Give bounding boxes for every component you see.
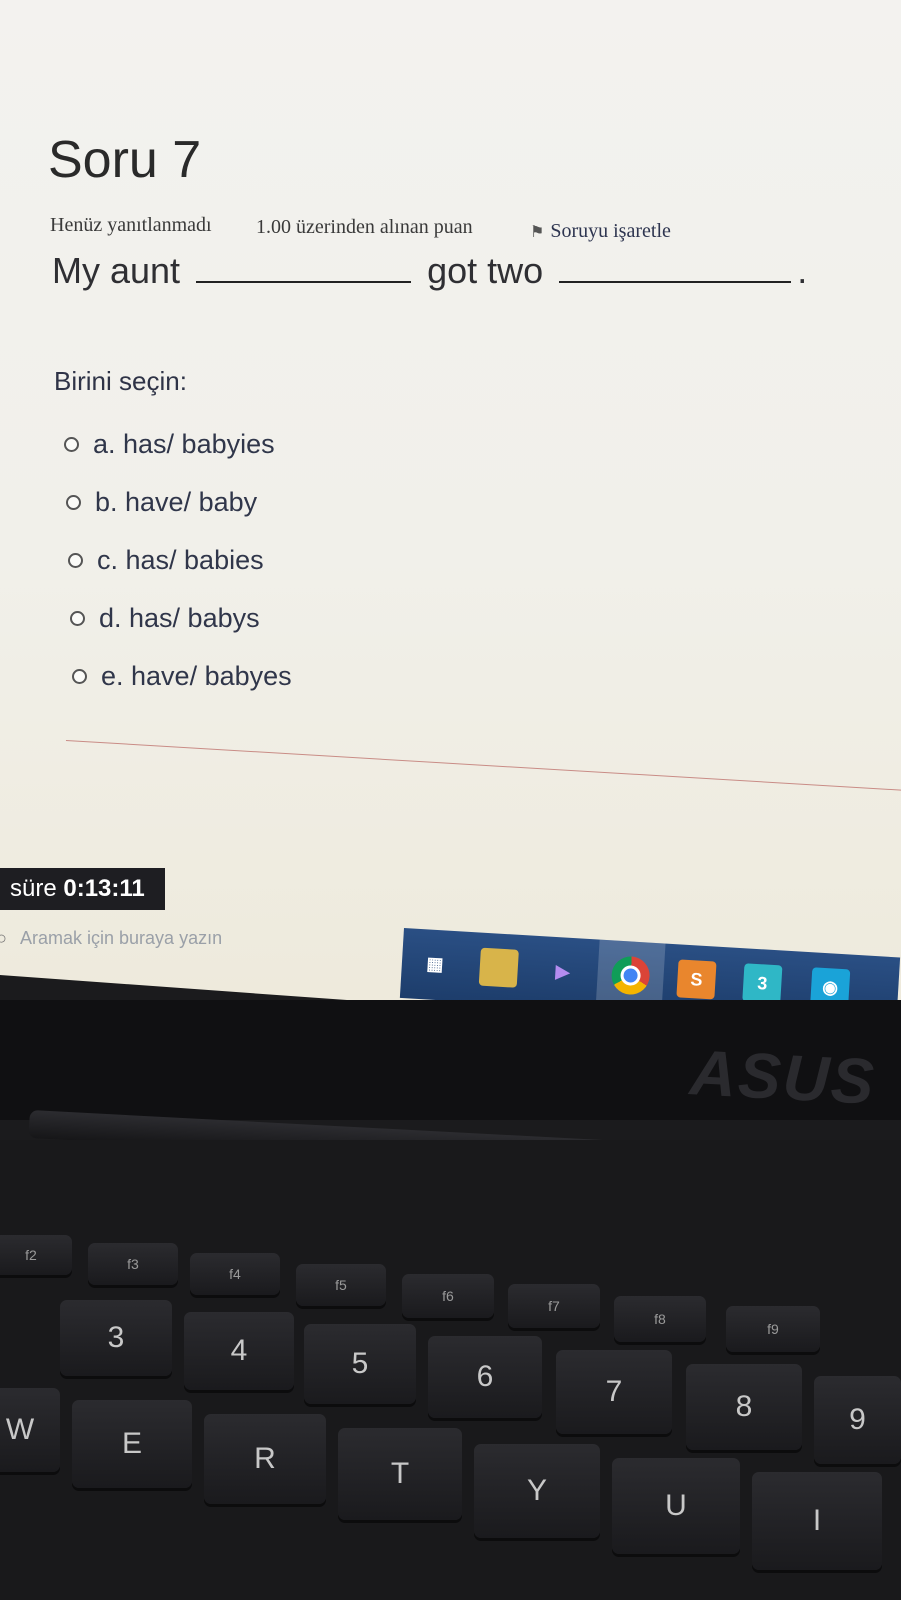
question-state: Henüz yanıtlanmadı [50, 214, 212, 236]
task-view-icon[interactable]: ▦ [415, 944, 455, 984]
radio-button[interactable] [72, 668, 87, 684]
option-d[interactable]: d. has/ babys [70, 589, 290, 647]
flag-icon: ⚑ [530, 224, 545, 241]
blank-2 [559, 253, 792, 283]
radio-button[interactable] [64, 436, 79, 452]
flag-question-link[interactable]: ⚑ Soruyu işaretle [530, 220, 671, 243]
key-f4[interactable]: f4 [190, 1253, 280, 1295]
key-5[interactable]: 5 [304, 1324, 416, 1404]
search-icon: ○ [0, 928, 7, 948]
radio-button[interactable] [66, 494, 81, 510]
blank-1 [196, 253, 412, 283]
key-f8[interactable]: f8 [614, 1296, 706, 1342]
option-label: d. has/ babys [99, 602, 260, 633]
option-label: b. have/ baby [95, 486, 258, 517]
key-i[interactable]: I [752, 1472, 882, 1570]
question-text-end: . [797, 250, 808, 291]
key-t[interactable]: T [338, 1428, 462, 1520]
app-icon[interactable] [478, 947, 519, 988]
timer-value: 0:13:11 [63, 875, 145, 902]
brand-logo: ASUS [688, 1036, 878, 1118]
visual-studio-icon[interactable]: ▶ [543, 951, 583, 991]
question-text-part1: My aunt [52, 250, 181, 291]
key-f7[interactable]: f7 [508, 1284, 600, 1328]
radio-button[interactable] [68, 552, 83, 568]
question-text-part2: got two [427, 250, 544, 291]
flag-question-label: Soruyu işaretle [550, 220, 671, 242]
sublime-icon[interactable]: S [676, 959, 717, 1000]
key-w[interactable]: W [0, 1388, 60, 1472]
key-4[interactable]: 4 [184, 1312, 294, 1390]
key-9[interactable]: 9 [814, 1376, 901, 1464]
key-3[interactable]: 3 [60, 1300, 172, 1376]
option-e[interactable]: e. have/ babyes [72, 647, 292, 705]
key-e[interactable]: E [72, 1400, 192, 1488]
option-label: e. have/ babyes [101, 660, 292, 691]
key-r[interactable]: R [204, 1414, 326, 1504]
app-3-icon[interactable]: 3 [742, 963, 783, 1004]
timer-label: süre [10, 875, 57, 902]
radio-button[interactable] [70, 610, 85, 626]
option-b[interactable]: b. have/ baby [66, 473, 286, 531]
time-left-badge: süre 0:13:11 [0, 868, 165, 910]
key-7[interactable]: 7 [556, 1350, 672, 1434]
question-grade: 1.00 üzerinden alınan puan [256, 216, 473, 238]
key-f9[interactable]: f9 [726, 1306, 820, 1352]
question-title: Soru 7 [48, 131, 202, 189]
option-label: c. has/ babies [97, 544, 264, 575]
divider [65, 740, 901, 791]
laptop-screen: Soru 7 Henüz yanıtlanmadı 1.00 üzerinden… [0, 0, 901, 1000]
key-f2[interactable]: f2 [0, 1235, 72, 1275]
option-label: a. has/ babyies [93, 428, 275, 459]
question-text: My aunt got two . [52, 250, 807, 292]
key-u[interactable]: U [612, 1458, 740, 1554]
key-6[interactable]: 6 [428, 1336, 542, 1418]
key-f6[interactable]: f6 [402, 1274, 494, 1318]
option-c[interactable]: c. has/ babies [68, 531, 288, 589]
search-placeholder: Aramak için buraya yazın [20, 928, 223, 948]
answer-prompt: Birini seçin: [54, 366, 187, 396]
answer-options: a. has/ babyies b. have/ baby c. has/ ba… [64, 415, 292, 705]
key-f3[interactable]: f3 [88, 1243, 178, 1285]
key-f5[interactable]: f5 [296, 1264, 386, 1306]
option-a[interactable]: a. has/ babyies [64, 415, 284, 473]
taskbar-search-box[interactable]: ○ Aramak için buraya yazın [0, 920, 440, 960]
key-8[interactable]: 8 [686, 1364, 802, 1450]
key-y[interactable]: Y [474, 1444, 600, 1538]
